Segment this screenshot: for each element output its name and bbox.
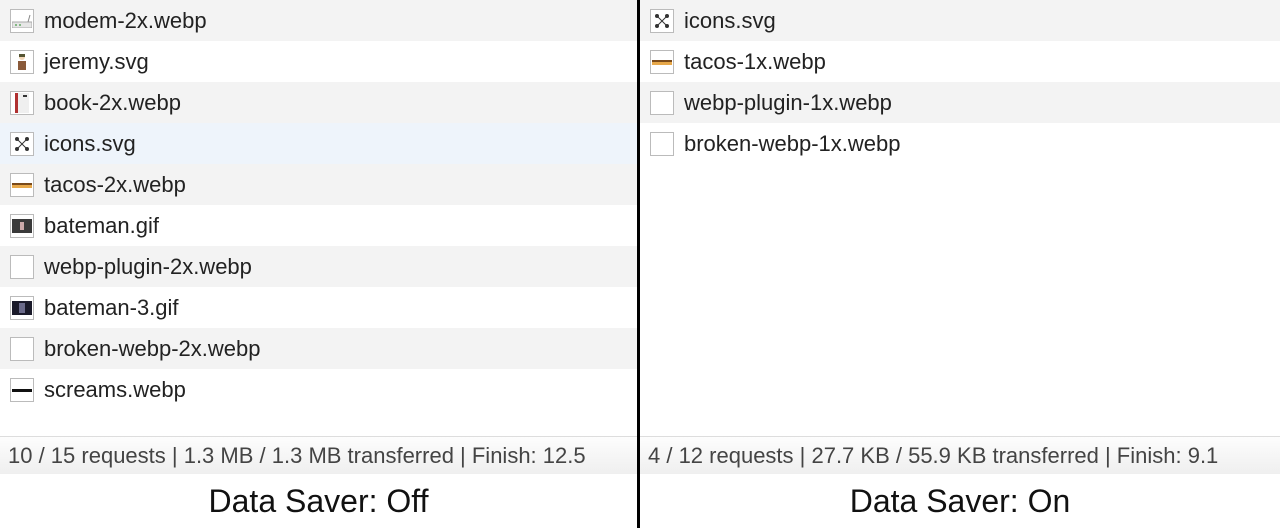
caption-left: Data Saver: Off [0,474,637,528]
status-bar-left: 10 / 15 requests | 1.3 MB / 1.3 MB trans… [0,436,637,474]
file-list-left: modem-2x.webp jeremy.svg book-2x.webp icons… [0,0,637,436]
file-name: book-2x.webp [44,90,181,116]
file-name: icons.svg [684,8,776,34]
file-row[interactable]: screams.webp [0,369,637,410]
file-thumbnail-icon [10,50,34,74]
file-thumbnail-icon [10,132,34,156]
file-name: broken-webp-1x.webp [684,131,900,157]
file-row[interactable]: icons.svg [0,123,637,164]
file-name: webp-plugin-1x.webp [684,90,892,116]
file-thumbnail-icon [10,173,34,197]
file-name: jeremy.svg [44,49,149,75]
file-thumbnail-icon [650,91,674,115]
file-row[interactable]: jeremy.svg [0,41,637,82]
file-name: bateman.gif [44,213,159,239]
caption-right: Data Saver: On [640,474,1280,528]
file-name: icons.svg [44,131,136,157]
file-row[interactable]: webp-plugin-1x.webp [640,82,1280,123]
file-row[interactable]: bateman.gif [0,205,637,246]
file-row[interactable]: tacos-1x.webp [640,41,1280,82]
panel-data-saver-on: icons.svg tacos-1x.webp webp-plugin-1x.web… [640,0,1280,528]
file-thumbnail-icon [10,9,34,33]
file-name: tacos-1x.webp [684,49,826,75]
file-row[interactable]: book-2x.webp [0,82,637,123]
file-name: bateman-3.gif [44,295,179,321]
file-thumbnail-icon [10,91,34,115]
file-row[interactable]: icons.svg [640,0,1280,41]
file-row[interactable]: broken-webp-1x.webp [640,123,1280,164]
file-name: tacos-2x.webp [44,172,186,198]
file-row[interactable]: broken-webp-2x.webp [0,328,637,369]
file-thumbnail-icon [650,9,674,33]
file-thumbnail-icon [650,132,674,156]
file-thumbnail-icon [10,378,34,402]
file-thumbnail-icon [650,50,674,74]
file-row[interactable]: modem-2x.webp [0,0,637,41]
file-name: broken-webp-2x.webp [44,336,260,362]
file-thumbnail-icon [10,296,34,320]
file-thumbnail-icon [10,337,34,361]
file-thumbnail-icon [10,214,34,238]
file-thumbnail-icon [10,255,34,279]
file-name: webp-plugin-2x.webp [44,254,252,280]
status-bar-right: 4 / 12 requests | 27.7 KB / 55.9 KB tran… [640,436,1280,474]
panel-data-saver-off: modem-2x.webp jeremy.svg book-2x.webp icons… [0,0,640,528]
file-list-right: icons.svg tacos-1x.webp webp-plugin-1x.web… [640,0,1280,436]
file-name: modem-2x.webp [44,8,207,34]
file-name: screams.webp [44,377,186,403]
file-row[interactable]: webp-plugin-2x.webp [0,246,637,287]
file-row[interactable]: tacos-2x.webp [0,164,637,205]
file-row[interactable]: bateman-3.gif [0,287,637,328]
